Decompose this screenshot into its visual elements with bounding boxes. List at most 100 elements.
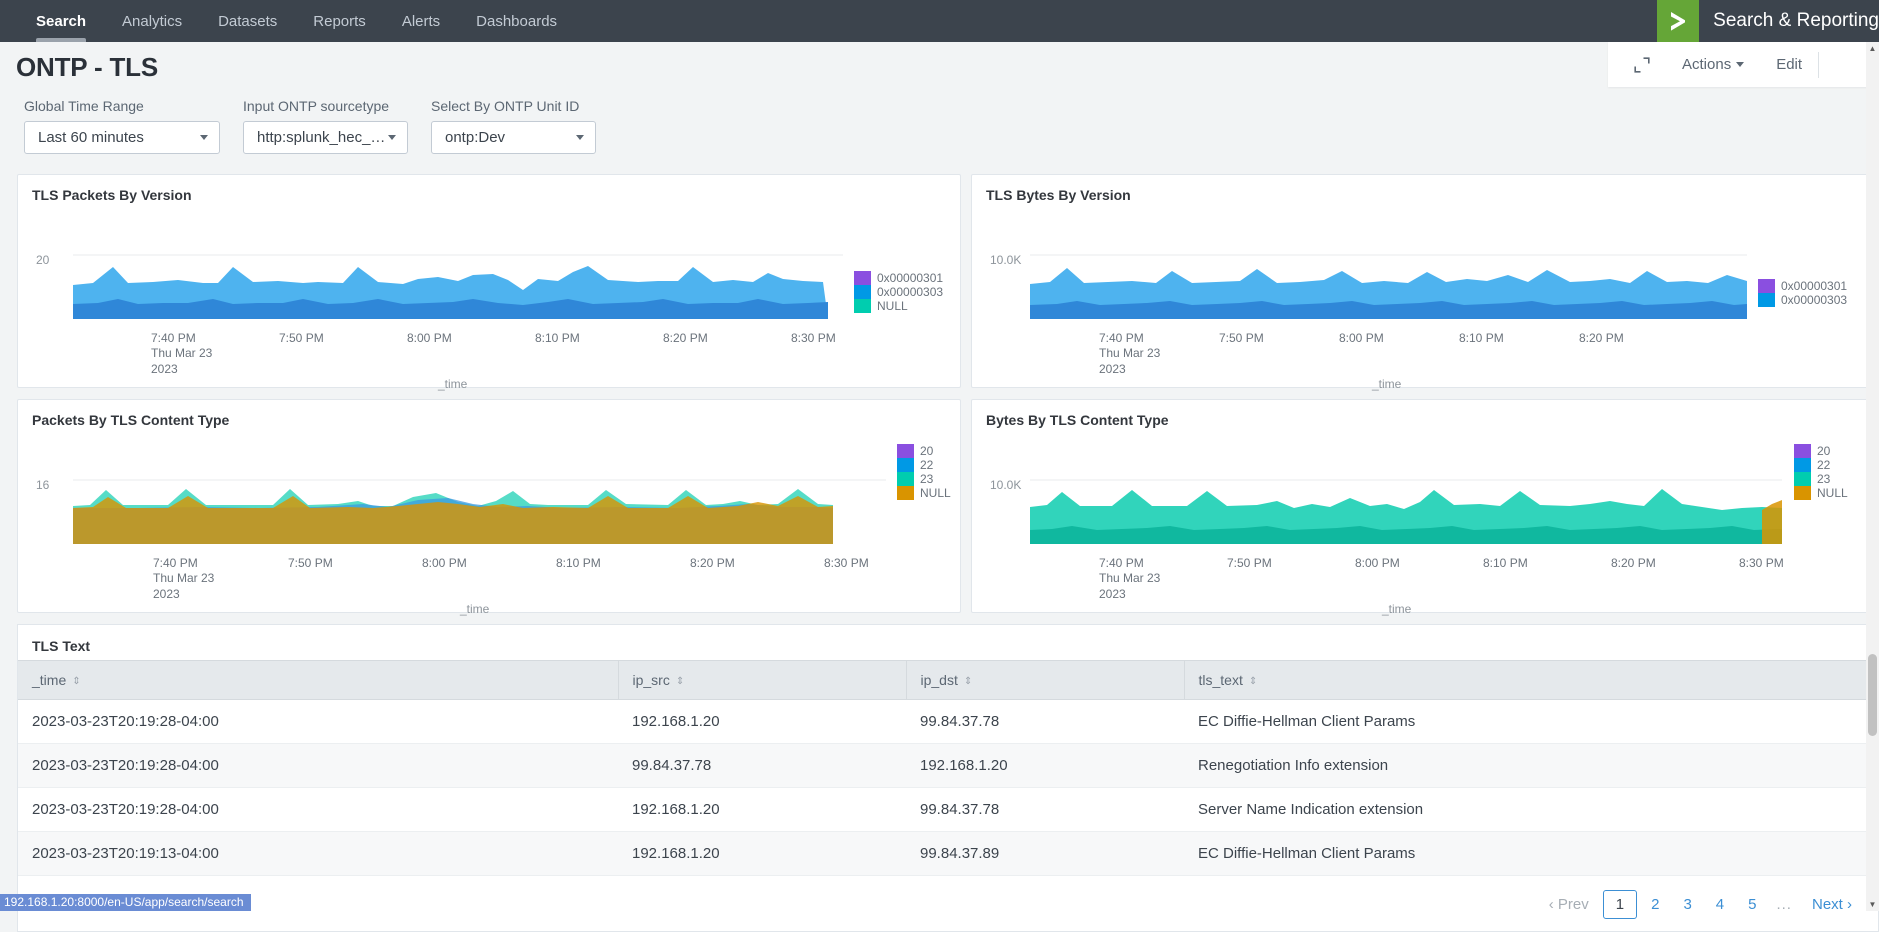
splunk-chevron-logo-icon[interactable]: [1657, 0, 1700, 42]
page-button-2[interactable]: 2: [1641, 892, 1669, 917]
legend-swatch[interactable]: [1794, 444, 1811, 458]
chart-tls-packets-by-version[interactable]: 20 7:40 PM Thu Mar 23 2023 7:50 PM 8:00 …: [18, 209, 960, 391]
legend-label[interactable]: NULL: [1817, 486, 1848, 500]
legend-swatches: [897, 444, 914, 500]
nav-items: Search Analytics Datasets Reports Alerts…: [0, 0, 575, 42]
legend-swatch[interactable]: [1758, 293, 1775, 307]
actions-menu-button[interactable]: Actions: [1666, 56, 1760, 73]
x-tick-label: 7:40 PM: [1099, 556, 1144, 570]
legend-swatch[interactable]: [854, 299, 871, 313]
nav-item-datasets[interactable]: Datasets: [200, 0, 295, 42]
chart-row-1: TLS Packets By Version 20 7:40 PM Thu Ma…: [0, 174, 1879, 399]
legend-swatch[interactable]: [1758, 279, 1775, 293]
dropdown-value: http:splunk_hec_tok...: [257, 129, 388, 146]
scrollbar-thumb[interactable]: [1868, 654, 1877, 736]
legend-label[interactable]: 22: [920, 458, 951, 472]
next-page-button[interactable]: Next ›: [1802, 892, 1862, 917]
nav-item-dashboards[interactable]: Dashboards: [458, 0, 575, 42]
legend-swatch[interactable]: [1794, 458, 1811, 472]
page-button-5[interactable]: 5: [1738, 892, 1766, 917]
expand-arrows-icon[interactable]: [1608, 55, 1666, 75]
legend-label[interactable]: NULL: [877, 299, 943, 313]
nav-item-analytics[interactable]: Analytics: [104, 0, 200, 42]
legend-labels: 0x00000301 0x00000303 NULL: [877, 271, 943, 313]
edit-button[interactable]: Edit: [1760, 56, 1818, 73]
page-button-1[interactable]: 1: [1602, 890, 1638, 919]
chart-row-2: Packets By TLS Content Type 16 7:40 PM T…: [0, 399, 1879, 624]
x-tick-sub2: 2023: [1099, 587, 1126, 601]
legend-label[interactable]: 0x00000303: [877, 285, 943, 299]
chart-bytes-by-tls-content-type[interactable]: 10.0K 7:40 PM Thu Mar 23 2023 7:50 PM 8:…: [972, 434, 1875, 616]
chart-packets-by-tls-content-type[interactable]: 16 7:40 PM Thu Mar 23 2023 7:50 PM 8:00 …: [18, 434, 960, 616]
scroll-up-arrow-icon[interactable]: ▲: [1866, 42, 1879, 55]
table-body: 2023-03-23T20:19:28-04:00 192.168.1.20 9…: [18, 699, 1878, 876]
legend-label[interactable]: 20: [920, 444, 951, 458]
nav-item-search[interactable]: Search: [18, 0, 104, 42]
legend-swatch[interactable]: [897, 472, 914, 486]
x-tick-1: 7:50 PM: [288, 556, 333, 570]
legend-swatch[interactable]: [897, 486, 914, 500]
ontp-unit-id-dropdown[interactable]: ontp:Dev: [431, 121, 596, 154]
nav-item-reports[interactable]: Reports: [295, 0, 384, 42]
nav-label: Datasets: [218, 12, 278, 30]
dropdown-value: ontp:Dev: [445, 129, 506, 146]
x-tick-1: 7:50 PM: [1227, 556, 1272, 570]
table-row[interactable]: 2023-03-23T20:19:28-04:00 192.168.1.20 9…: [18, 699, 1878, 744]
cell-tls-text: EC Diffie-Hellman Client Params: [1184, 831, 1878, 876]
page-button-4[interactable]: 4: [1706, 892, 1734, 917]
column-label: ip_src: [632, 672, 670, 688]
legend-label[interactable]: 23: [920, 472, 951, 486]
column-header-ip-dst[interactable]: ip_dst ⇕: [906, 660, 1185, 700]
column-header-tls-text[interactable]: tls_text ⇕: [1184, 660, 1878, 700]
legend-swatch[interactable]: [1794, 486, 1811, 500]
dashboard-body: TLS Packets By Version 20 7:40 PM Thu Ma…: [0, 174, 1879, 932]
x-tick-sub1: Thu Mar 23: [1099, 571, 1161, 585]
legend-label[interactable]: 22: [1817, 458, 1848, 472]
panel-tls-text: TLS Text _time ⇕ ip_src ⇕ ip_dst ⇕ tls_text…: [17, 624, 1879, 932]
table-row[interactable]: 2023-03-23T20:19:28-04:00 99.84.37.78 19…: [18, 743, 1878, 788]
cell-tls-text: Server Name Indication extension: [1184, 787, 1878, 832]
legend-swatch[interactable]: [1794, 472, 1811, 486]
legend-label[interactable]: 0x00000301: [877, 271, 943, 285]
tls-text-table: _time ⇕ ip_src ⇕ ip_dst ⇕ tls_text ⇕ 2023-03…: [18, 660, 1878, 876]
column-label: _time: [32, 672, 67, 688]
legend-swatch[interactable]: [897, 444, 914, 458]
ontp-sourcetype-dropdown[interactable]: http:splunk_hec_tok...: [243, 121, 408, 154]
x-tick-0: 7:40 PM Thu Mar 23 2023: [1099, 331, 1160, 377]
page-scrollbar[interactable]: ▲ ▼: [1866, 42, 1879, 911]
filter-label: Global Time Range: [24, 98, 144, 114]
sort-arrows-icon: ⇕: [1248, 676, 1258, 687]
area-chart-svg: [1030, 254, 1747, 319]
prev-page-button[interactable]: ‹ Prev: [1539, 892, 1599, 917]
page-button-3[interactable]: 3: [1673, 892, 1701, 917]
column-header-time[interactable]: _time ⇕: [18, 660, 619, 700]
page-title: ONTP - TLS: [16, 51, 158, 82]
cell-ip-dst: 99.84.37.89: [906, 831, 1184, 876]
filter-global-time-range: Global Time Range Last 60 minutes: [24, 98, 220, 154]
legend-swatch[interactable]: [854, 271, 871, 285]
cell-ip-src: 192.168.1.20: [618, 831, 906, 876]
table-row[interactable]: 2023-03-23T20:19:13-04:00 192.168.1.20 9…: [18, 831, 1878, 876]
legend-label[interactable]: NULL: [920, 486, 951, 500]
x-tick-3: 8:10 PM: [1483, 556, 1528, 570]
x-tick-1: 7:50 PM: [1219, 331, 1264, 345]
legend-label[interactable]: 0x00000303: [1781, 293, 1847, 307]
nav-label: Alerts: [401, 12, 441, 30]
legend-swatch[interactable]: [897, 458, 914, 472]
legend-label[interactable]: 23: [1817, 472, 1848, 486]
global-time-range-dropdown[interactable]: Last 60 minutes: [24, 121, 220, 154]
chart-tls-bytes-by-version[interactable]: 10.0K 7:40 PM Thu Mar 23 2023 7:50 PM 8:…: [972, 209, 1875, 391]
cell-ip-dst: 99.84.37.78: [906, 787, 1184, 832]
x-tick-4: 8:20 PM: [1579, 331, 1624, 345]
legend-label[interactable]: 20: [1817, 444, 1848, 458]
column-header-ip-src[interactable]: ip_src ⇕: [618, 660, 907, 700]
top-navigation-bar: Search Analytics Datasets Reports Alerts…: [0, 0, 1879, 42]
x-tick-1: 7:50 PM: [279, 331, 324, 345]
filter-ontp-sourcetype: Input ONTP sourcetype http:splunk_hec_to…: [243, 98, 408, 154]
edit-label: Edit: [1776, 56, 1803, 73]
table-row[interactable]: 2023-03-23T20:19:28-04:00 192.168.1.20 9…: [18, 787, 1878, 832]
legend-label[interactable]: 0x00000301: [1781, 279, 1847, 293]
scroll-down-arrow-icon[interactable]: ▼: [1866, 898, 1879, 911]
legend-swatch[interactable]: [854, 285, 871, 299]
nav-item-alerts[interactable]: Alerts: [384, 0, 458, 42]
